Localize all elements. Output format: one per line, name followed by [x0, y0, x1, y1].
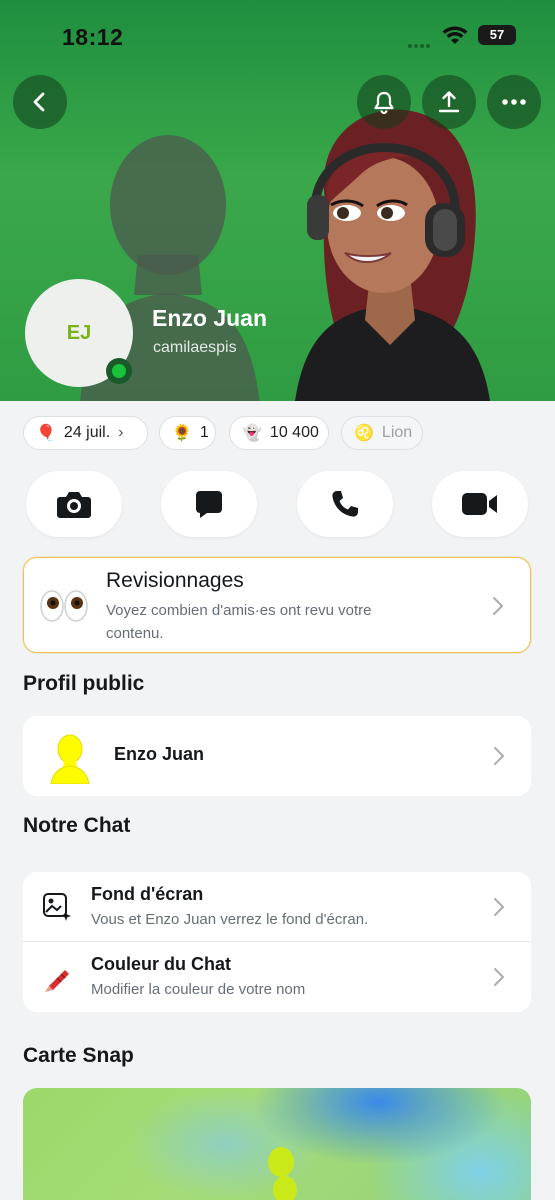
zodiac-chip[interactable]: ♌ Lion [341, 416, 423, 450]
profile-name: Enzo Juan [152, 305, 268, 331]
chat-color-title: Couleur du Chat [91, 954, 231, 974]
wallpaper-subtitle: Vous et Enzo Juan verrez le fond d'écran… [91, 911, 369, 928]
share-button[interactable] [422, 75, 476, 129]
more-icon [502, 99, 526, 105]
birthday-label: 24 juil. [63, 424, 111, 441]
chevron-right-icon [494, 898, 505, 916]
default-avatar-icon [50, 734, 90, 784]
snapscore-chip[interactable]: 👻 10 400 [229, 416, 329, 450]
call-button[interactable] [297, 471, 393, 537]
birthday-chip[interactable]: 🎈 24 juil. › [23, 416, 148, 450]
section-title-notre-chat: Notre Chat [23, 814, 131, 837]
wallpaper-title: Fond d'écran [91, 884, 204, 904]
wallpaper-icon [43, 893, 71, 921]
chat-color-row[interactable]: Couleur du Chat Modifier la couleur de v… [23, 942, 531, 1012]
share-icon [438, 91, 460, 113]
snapscore-label: 10 400 [269, 424, 319, 441]
wifi-icon [442, 26, 468, 44]
more-button[interactable] [487, 75, 541, 129]
ghost-icon: 👻 [242, 425, 262, 442]
revisionnages-card[interactable]: Revisionnages Voyez combien d'amis·es on… [23, 557, 531, 653]
chevron-right-icon [494, 747, 505, 765]
chevron-right-icon [494, 968, 505, 986]
friendship-label: 1 [199, 424, 209, 441]
chat-color-subtitle: Modifier la couleur de votre nom [91, 981, 306, 998]
sunflower-icon: 🌻 [172, 425, 192, 442]
notifications-button[interactable] [357, 75, 411, 129]
section-title-profil-public: Profil public [23, 672, 145, 695]
back-button[interactable] [13, 75, 67, 129]
back-icon [33, 92, 45, 112]
map-bitmoji-icon [268, 1147, 297, 1200]
bell-icon [374, 91, 394, 115]
revisionnages-description: Voyez combien d'amis·es ont revu votre c… [106, 602, 372, 642]
chevron-right-icon [493, 597, 504, 615]
online-status-indicator [106, 358, 132, 384]
wallpaper-row[interactable]: Fond d'écran Vous et Enzo Juan verrez le… [23, 872, 531, 942]
camera-button[interactable] [26, 471, 122, 537]
chat-settings-card: Fond d'écran Vous et Enzo Juan verrez le… [23, 872, 531, 1012]
phone-icon [332, 491, 358, 517]
public-profile-name: Enzo Juan [114, 744, 205, 764]
friendship-chip[interactable]: 🌻 1 [159, 416, 216, 450]
camera-icon [57, 492, 91, 518]
chevron-right-icon: › [118, 424, 124, 441]
public-profile-card[interactable]: Enzo Juan [23, 716, 531, 796]
signal-icon [408, 35, 436, 48]
chat-button[interactable] [161, 471, 257, 537]
status-bar: 18:12 57 [0, 22, 555, 52]
leo-icon: ♌ [354, 425, 374, 442]
bitmoji-avatar [295, 109, 490, 401]
eyes-icon [40, 590, 88, 622]
zodiac-label: Lion [381, 424, 413, 441]
battery-indicator: 57 [478, 25, 516, 45]
crayon-icon [45, 970, 69, 992]
section-title-carte-snap: Carte Snap [23, 1044, 134, 1067]
video-icon [462, 493, 497, 515]
profile-username: camilaespis [153, 339, 237, 356]
profile-header: 18:12 57 EJ Enzo Juan camilaespis [0, 0, 555, 401]
balloon-icon: 🎈 [36, 425, 56, 442]
revisionnages-title: Revisionnages [106, 569, 244, 592]
video-call-button[interactable] [432, 471, 528, 537]
snap-map-preview[interactable] [23, 1088, 531, 1200]
avatar-initials: EJ [66, 321, 92, 344]
chat-icon [196, 491, 222, 518]
status-time: 18:12 [62, 24, 124, 50]
